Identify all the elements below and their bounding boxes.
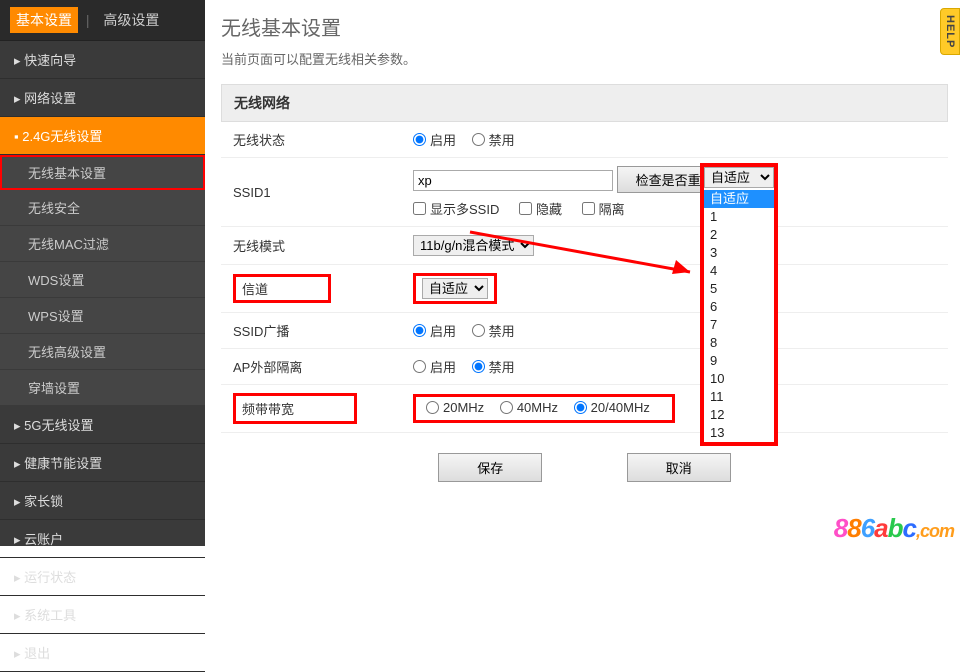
radio-bw-20[interactable]: 20MHz: [426, 400, 484, 415]
channel-option[interactable]: 1: [704, 208, 774, 226]
cancel-button[interactable]: 取消: [627, 453, 731, 482]
radio-broadcast-enable[interactable]: 启用: [413, 321, 456, 340]
sidebar-parental[interactable]: ▸ 家长锁: [0, 482, 205, 520]
mode-select[interactable]: 11b/g/n混合模式: [413, 235, 534, 256]
radio-bw-2040[interactable]: 20/40MHz: [574, 400, 650, 415]
channel-option[interactable]: 7: [704, 316, 774, 334]
radio-ap-enable[interactable]: 启用: [413, 357, 456, 376]
channel-dropdown-popup: 自适应 自适应12345678910111213: [700, 163, 778, 446]
help-tab[interactable]: HELP: [940, 8, 960, 55]
radio-status-disable[interactable]: 禁用: [472, 130, 515, 149]
channel-option[interactable]: 6: [704, 298, 774, 316]
channel-option[interactable]: 13: [704, 424, 774, 442]
row-apisolate-label: AP外部隔离: [221, 349, 401, 385]
radio-bw-40[interactable]: 40MHz: [500, 400, 558, 415]
channel-option[interactable]: 3: [704, 244, 774, 262]
sidebar-sub-advanced[interactable]: 无线高级设置: [0, 334, 205, 370]
row-bandwidth-label: 频带带宽: [221, 385, 401, 433]
page-desc: 当前页面可以配置无线相关参数。: [221, 49, 948, 68]
form-table: 无线状态 启用 禁用 SSID1 检查是否重复 显示多SSID 隐藏 隔离 无线…: [221, 122, 948, 433]
row-mode-label: 无线模式: [221, 227, 401, 265]
sidebar-quick-wizard[interactable]: ▸ 快速向导: [0, 41, 205, 79]
channel-option[interactable]: 9: [704, 352, 774, 370]
channel-select[interactable]: 自适应: [422, 278, 488, 299]
row-broadcast-label: SSID广播: [221, 313, 401, 349]
channel-option[interactable]: 5: [704, 280, 774, 298]
sidebar-sub-basic[interactable]: 无线基本设置: [0, 155, 205, 190]
sidebar-sub-wps[interactable]: WPS设置: [0, 298, 205, 334]
sidebar: 基本设置 | 高级设置 ▸ 快速向导 ▸ 网络设置 ▪ 2.4G无线设置 无线基…: [0, 0, 205, 546]
row-channel-label: 信道: [221, 265, 401, 313]
sidebar-logout[interactable]: ▸ 退出: [0, 634, 205, 672]
watermark: 886abc,com: [834, 513, 954, 544]
chk-hidden[interactable]: 隐藏: [519, 199, 562, 218]
action-row: 保存 取消: [221, 433, 948, 502]
channel-option[interactable]: 4: [704, 262, 774, 280]
ssid1-input[interactable]: [413, 170, 613, 191]
sidebar-network[interactable]: ▸ 网络设置: [0, 79, 205, 117]
sidebar-wireless-5g[interactable]: ▸ 5G无线设置: [0, 406, 205, 444]
row-ssid1-label: SSID1: [221, 158, 401, 227]
tab-advanced[interactable]: 高级设置: [97, 7, 165, 33]
channel-option[interactable]: 11: [704, 388, 774, 406]
settings-tabs: 基本设置 | 高级设置: [0, 0, 205, 41]
channel-option[interactable]: 自适应: [704, 190, 774, 208]
channel-option[interactable]: 2: [704, 226, 774, 244]
tab-separator: |: [86, 12, 90, 28]
sidebar-sub-security[interactable]: 无线安全: [0, 190, 205, 226]
sidebar-cloud[interactable]: ▸ 云账户: [0, 520, 205, 558]
channel-option[interactable]: 8: [704, 334, 774, 352]
chk-multissid[interactable]: 显示多SSID: [413, 199, 499, 218]
radio-broadcast-disable[interactable]: 禁用: [472, 321, 515, 340]
row-status-label: 无线状态: [221, 122, 401, 158]
section-header: 无线网络: [221, 84, 948, 122]
radio-status-enable[interactable]: 启用: [413, 130, 456, 149]
sidebar-wireless-24g[interactable]: ▪ 2.4G无线设置: [0, 117, 205, 155]
channel-option[interactable]: 10: [704, 370, 774, 388]
sidebar-sub-macfilter[interactable]: 无线MAC过滤: [0, 226, 205, 262]
sidebar-sub-wds[interactable]: WDS设置: [0, 262, 205, 298]
tab-basic[interactable]: 基本设置: [10, 7, 78, 33]
content: 无线基本设置 当前页面可以配置无线相关参数。 无线网络 无线状态 启用 禁用 S…: [205, 0, 960, 502]
radio-ap-disable[interactable]: 禁用: [472, 357, 515, 376]
save-button[interactable]: 保存: [438, 453, 542, 482]
chk-isolate[interactable]: 隔离: [582, 199, 625, 218]
sidebar-sub-wallpenetration[interactable]: 穿墙设置: [0, 370, 205, 406]
page-title: 无线基本设置: [221, 12, 948, 41]
channel-option[interactable]: 12: [704, 406, 774, 424]
sidebar-energy[interactable]: ▸ 健康节能设置: [0, 444, 205, 482]
channel-popup-select[interactable]: 自适应: [704, 167, 774, 188]
sidebar-system[interactable]: ▸ 系统工具: [0, 596, 205, 634]
sidebar-status[interactable]: ▸ 运行状态: [0, 558, 205, 596]
